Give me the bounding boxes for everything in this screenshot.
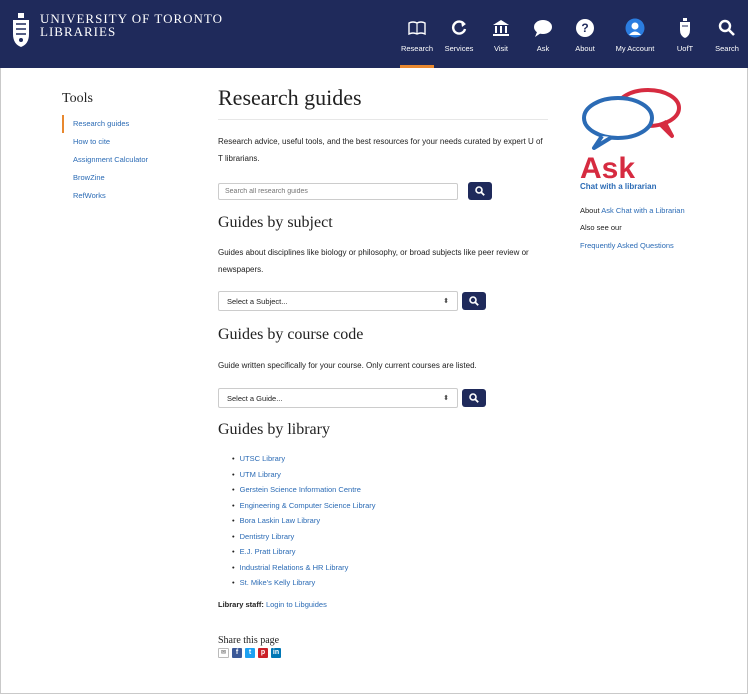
search-icon xyxy=(475,186,485,196)
crest-icon xyxy=(13,13,29,47)
search-icon xyxy=(469,393,479,403)
nav-label: Search xyxy=(715,44,739,53)
guide-search-input[interactable] xyxy=(218,182,458,200)
user-icon xyxy=(625,18,645,38)
nav-label: My Account xyxy=(615,44,655,53)
guide-search-row xyxy=(218,182,548,200)
page-title: Research guides xyxy=(218,85,548,120)
subject-select[interactable]: Select a Subject... ⬍ xyxy=(218,291,458,311)
library-logo[interactable]: UNIVERSITY OF TORONTO LIBRARIES xyxy=(10,12,223,48)
book-icon xyxy=(407,18,427,38)
library-heading: Guides by library xyxy=(218,421,330,438)
sidebar-menu-rest: How to cite Assignment Calculator BrowZi… xyxy=(64,133,148,205)
nav-label: Services xyxy=(444,44,474,53)
chevron-updown-icon: ⬍ xyxy=(443,395,449,402)
sidebar-item-browzine[interactable]: BrowZine xyxy=(64,169,148,187)
library-list: UTSC Library UTM Library Gerstein Scienc… xyxy=(218,451,548,591)
tools-sidebar: Tools Research guides How to cite Assign… xyxy=(62,91,148,205)
chat-bubbles-icon xyxy=(582,88,681,150)
nav-label: Research xyxy=(400,44,434,53)
share-section: Share this page ✉ f t p in xyxy=(218,635,548,658)
nav-label: UofT xyxy=(676,44,694,53)
libguides-login-link[interactable]: Login to Libguides xyxy=(266,600,327,609)
library-item[interactable]: Dentistry Library xyxy=(232,529,548,545)
nav-ask[interactable]: Ask xyxy=(522,0,564,68)
guide-search-button[interactable] xyxy=(468,182,492,200)
linkedin-icon[interactable]: in xyxy=(271,647,281,658)
main-content: Research guides Research advice, useful … xyxy=(218,85,548,658)
nav-label: Visit xyxy=(493,44,509,53)
course-select-value: Select a Guide... xyxy=(227,393,283,403)
subject-go-button[interactable] xyxy=(462,292,486,310)
building-icon xyxy=(491,18,511,38)
library-item[interactable]: Industrial Relations & HR Library xyxy=(232,560,548,576)
share-icons: ✉ f t p in xyxy=(218,647,548,658)
faq-link[interactable]: Frequently Asked Questions xyxy=(580,239,710,252)
ask-subtitle: Chat with a librarian xyxy=(580,182,657,191)
nav-label: Ask xyxy=(536,44,550,53)
top-navigation-bar: UNIVERSITY OF TORONTO LIBRARIES Research… xyxy=(0,0,748,68)
facebook-icon[interactable]: f xyxy=(232,647,242,658)
question-circle-icon: ? xyxy=(575,18,595,38)
subject-text: Guides about disciplines like biology or… xyxy=(218,248,529,274)
main-nav: Research Services Visit Ask ? About My A… xyxy=(396,0,748,68)
crest-icon xyxy=(675,18,695,38)
chevron-updown-icon: ⬍ xyxy=(443,298,449,305)
sidebar-title: Tools xyxy=(62,91,93,106)
logo-line-2: LIBRARIES xyxy=(40,24,117,39)
nav-services[interactable]: Services xyxy=(438,0,480,68)
nav-visit[interactable]: Visit xyxy=(480,0,522,68)
library-item[interactable]: Engineering & Computer Science Library xyxy=(232,498,548,514)
search-icon xyxy=(469,296,479,306)
chat-bubble-icon xyxy=(533,18,553,38)
sidebar-item-how-to-cite[interactable]: How to cite xyxy=(64,133,148,151)
ask-chat-logo[interactable]: Ask Chat with a librarian xyxy=(580,88,710,191)
ask-chat-link[interactable]: Ask Chat with a Librarian xyxy=(601,206,684,215)
library-item[interactable]: UTSC Library xyxy=(232,451,548,467)
library-item[interactable]: St. Mike's Kelly Library xyxy=(232,575,548,591)
sidebar-menu: Research guides xyxy=(62,115,148,133)
email-icon[interactable]: ✉ xyxy=(218,647,229,658)
nav-search[interactable]: Search xyxy=(706,0,748,68)
library-item[interactable]: E.J. Pratt Library xyxy=(232,544,548,560)
course-heading: Guides by course code xyxy=(218,326,364,343)
course-select-row: Select a Guide... ⬍ xyxy=(218,388,548,408)
nav-about[interactable]: ? About xyxy=(564,0,606,68)
library-staff-line: Library staff: Login to Libguides xyxy=(218,600,548,609)
library-item[interactable]: Bora Laskin Law Library xyxy=(232,513,548,529)
subject-select-row: Select a Subject... ⬍ xyxy=(218,291,548,311)
nav-uoft[interactable]: UofT xyxy=(664,0,706,68)
also-see-text: Also see our xyxy=(580,223,622,232)
about-ask-line: About Ask Chat with a Librarian xyxy=(580,204,710,217)
ask-word: Ask xyxy=(580,152,636,185)
course-text: Guide written specifically for your cour… xyxy=(218,361,477,370)
refresh-icon xyxy=(449,18,469,38)
share-title: Share this page xyxy=(218,634,280,646)
nav-my-account[interactable]: My Account xyxy=(606,0,664,68)
about-label: About xyxy=(580,206,600,215)
search-icon xyxy=(717,18,737,38)
sidebar-item-assignment-calculator[interactable]: Assignment Calculator xyxy=(64,151,148,169)
twitter-icon[interactable]: t xyxy=(245,647,255,658)
pinterest-icon[interactable]: p xyxy=(258,647,268,658)
nav-research[interactable]: Research xyxy=(396,0,438,68)
intro-text: Research advice, useful tools, and the b… xyxy=(218,137,543,163)
staff-label: Library staff: xyxy=(218,599,264,609)
library-item[interactable]: Gerstein Science Information Centre xyxy=(232,482,548,498)
nav-label: About xyxy=(575,44,595,53)
svg-text:?: ? xyxy=(581,21,588,35)
sidebar-item-research-guides[interactable]: Research guides xyxy=(64,115,148,133)
ask-chat-panel: Ask Chat with a librarian About Ask Chat… xyxy=(580,88,710,252)
subject-heading: Guides by subject xyxy=(218,214,333,231)
subject-select-value: Select a Subject... xyxy=(227,296,288,306)
course-select[interactable]: Select a Guide... ⬍ xyxy=(218,388,458,408)
library-item[interactable]: UTM Library xyxy=(232,467,548,483)
course-go-button[interactable] xyxy=(462,389,486,407)
sidebar-item-refworks[interactable]: RefWorks xyxy=(64,187,148,205)
